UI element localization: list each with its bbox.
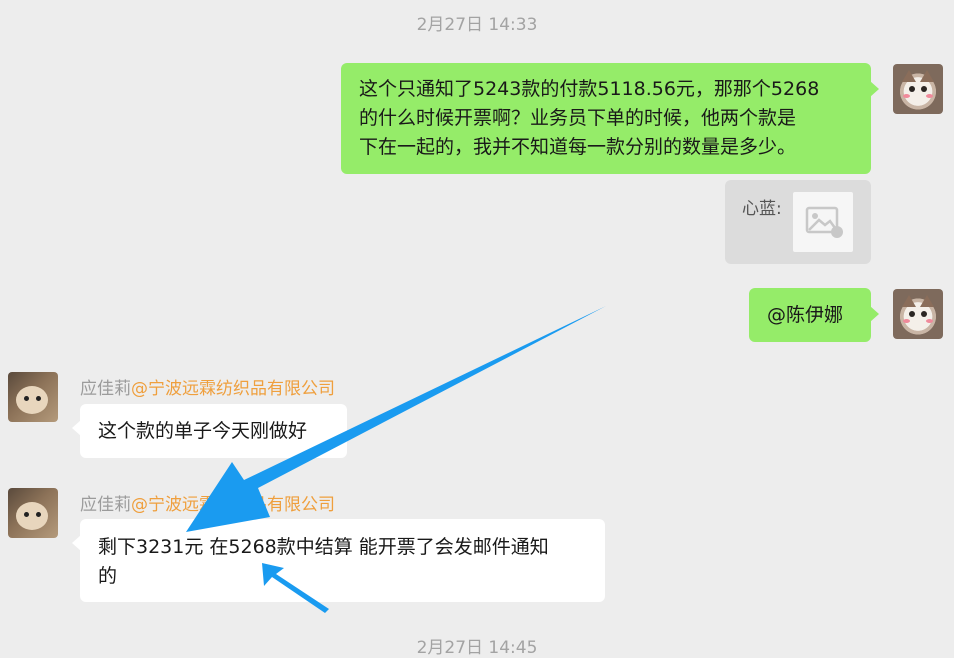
quote-sender: 心蓝:	[742, 199, 782, 219]
outgoing-message-1[interactable]: 这个只通知了5243款的付款5118.56元，那那个5268 的什么时候开票啊？…	[341, 63, 879, 174]
sender-person: 应佳莉	[80, 379, 131, 399]
contact-avatar[interactable]	[8, 372, 58, 422]
timestamp-bottom: 2月27日 14:45	[416, 638, 538, 658]
self-avatar[interactable]	[893, 289, 943, 339]
quoted-message[interactable]: 心蓝:	[725, 180, 871, 264]
self-avatar[interactable]	[893, 64, 943, 114]
sender-person: 应佳莉	[80, 495, 131, 515]
contact-avatar[interactable]	[8, 488, 58, 538]
sender-company: @宁波远霖纺织品有限公司	[131, 379, 335, 399]
incoming-message-1[interactable]: 这个款的单子今天刚做好	[72, 404, 347, 458]
sender-name: 应佳莉@宁波远霖纺织品有限公司	[80, 490, 335, 515]
image-placeholder-icon[interactable]	[793, 192, 853, 252]
message-line: 的什么时候开票啊？业务员下单的时候，他两个款是	[359, 107, 797, 129]
sender-company: @宁波远霖纺织品有限公司	[131, 495, 335, 515]
message-text: 这个款的单子今天刚做好	[98, 420, 308, 442]
timestamp-top: 2月27日 14:33	[416, 15, 538, 35]
incoming-message-2[interactable]: 剩下3231元 在5268款中结算 能开票了会发邮件通知 的	[72, 519, 605, 602]
outgoing-message-2[interactable]: @陈伊娜	[749, 288, 879, 342]
message-text: @陈伊娜	[767, 304, 844, 326]
message-line: 的	[98, 565, 118, 587]
message-line: 下在一起的，我并不知道每一款分别的数量是多少。	[359, 136, 797, 158]
sender-name: 应佳莉@宁波远霖纺织品有限公司	[80, 374, 335, 399]
message-line: 剩下3231元 在5268款中结算 能开票了会发邮件通知	[98, 536, 549, 558]
message-line: 这个只通知了5243款的付款5118.56元，那那个5268	[359, 78, 820, 100]
